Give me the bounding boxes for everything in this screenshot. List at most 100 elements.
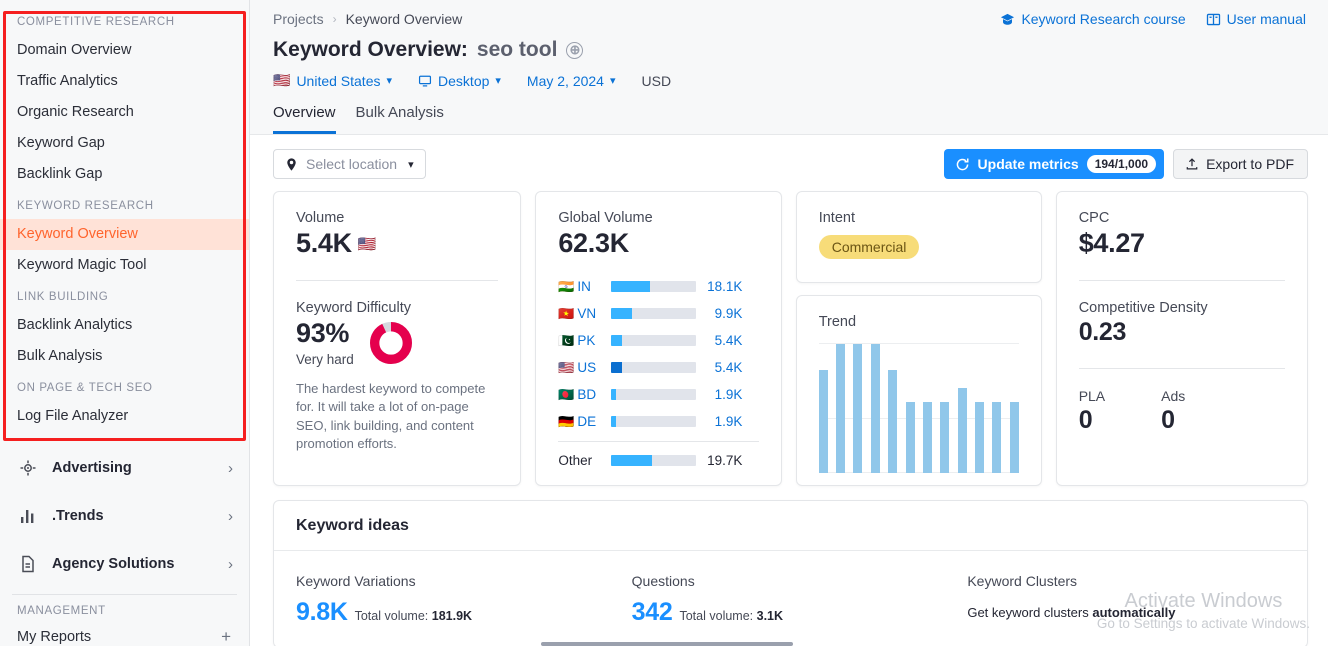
card-intent: Intent Commercial	[795, 191, 1042, 283]
sidebar-item-trends[interactable]: .Trends ›	[0, 492, 249, 540]
volume-value: 19.7K	[707, 453, 743, 468]
ads-value: 0	[1161, 406, 1175, 434]
keyword-clusters-auto-bold: automatically	[1092, 605, 1176, 620]
keyword-research-course-link[interactable]: Keyword Research course	[1000, 11, 1186, 27]
country-code[interactable]: BD	[577, 387, 611, 402]
trend-bar	[922, 402, 932, 473]
card-trend: Trend	[795, 295, 1042, 486]
sidebar-item-my-reports[interactable]: My Reports +	[0, 624, 249, 646]
trend-label: Trend	[818, 314, 857, 330]
update-metrics-label: Update metrics	[977, 156, 1079, 172]
volume-bar-fill	[611, 416, 616, 427]
sidebar-item-label: My Reports	[17, 628, 92, 645]
upload-icon	[1186, 158, 1198, 170]
sidebar-item-keyword-magic-tool[interactable]: Keyword Magic Tool	[0, 250, 249, 281]
volume-bar-fill	[611, 455, 653, 466]
flag-icon: 🇻🇳	[558, 305, 575, 321]
trend-bar	[853, 344, 863, 473]
nav-group-title: KEYWORD RESEARCH	[17, 200, 154, 212]
sidebar-item-agency-solutions[interactable]: Agency Solutions ›	[0, 540, 249, 588]
questions-column[interactable]: Questions 342 Total volume: 3.1K	[614, 573, 950, 627]
trend-bar	[957, 387, 967, 473]
card-cpc: CPC $4.27 Competitive Density 0.23 PLA 0…	[1055, 191, 1308, 486]
card-divider	[1078, 368, 1285, 369]
flag-icon: 🇧🇩	[558, 386, 575, 402]
toolbar-actions: Update metrics 194/1,000 Export to PDF	[943, 149, 1308, 179]
country-code[interactable]: US	[577, 360, 611, 375]
global-volume-divider	[558, 441, 759, 442]
nav-group-title: LINK BUILDING	[17, 291, 109, 303]
export-to-pdf-button[interactable]: Export to PDF	[1173, 149, 1308, 179]
global-volume-row: 🇵🇰 PK 5.4K	[558, 327, 758, 354]
date-label: May 2, 2024	[526, 72, 604, 89]
keyword-variations-figures: 9.8K Total volume: 181.9K	[296, 598, 614, 627]
country-selector[interactable]: 🇺🇸 United States ▾	[273, 72, 392, 89]
volume-value: 18.1K	[707, 279, 743, 294]
app-root: COMPETITIVE RESEARCH Domain Overview Tra…	[0, 0, 1328, 646]
trend-bar	[905, 402, 915, 473]
sidebar-item-keyword-overview[interactable]: Keyword Overview	[0, 219, 249, 250]
pla-ads-row: PLA 0 Ads 0	[1079, 388, 1285, 435]
select-location-label: Select location	[306, 156, 398, 172]
country-label: United States	[296, 72, 381, 89]
page-title-keyword: seo tool	[476, 38, 558, 61]
volume-bar-track	[611, 335, 697, 346]
breadcrumb-projects[interactable]: Projects	[273, 11, 324, 27]
global-volume-row: 🇮🇳 IN 18.1K	[558, 273, 758, 300]
nav-group-competitive-research: COMPETITIVE RESEARCH Domain Overview Tra…	[0, 6, 249, 190]
update-metrics-button[interactable]: Update metrics 194/1,000	[943, 149, 1165, 179]
sidebar-item-domain-overview[interactable]: Domain Overview	[0, 35, 249, 66]
volume-bar-fill	[611, 308, 632, 319]
global-volume-row: 🇺🇸 US 5.4K	[558, 354, 758, 381]
sidebar-item-log-file-analyzer[interactable]: Log File Analyzer	[0, 401, 249, 432]
sidebar-item-backlink-analytics[interactable]: Backlink Analytics	[0, 310, 249, 341]
user-manual-link[interactable]: User manual	[1206, 11, 1306, 27]
country-code[interactable]: VN	[577, 306, 611, 321]
plus-icon[interactable]: +	[221, 628, 231, 645]
keyword-difficulty-value: 93%	[296, 318, 350, 348]
add-keyword-icon[interactable]: ⊕	[566, 41, 584, 59]
volume-bar-fill	[611, 335, 623, 346]
sidebar-item-keyword-gap[interactable]: Keyword Gap	[0, 128, 249, 159]
content-toolbar: Select location ▾ Update metrics 194/1,0…	[273, 149, 1308, 179]
keyword-clusters-column[interactable]: Keyword Clusters Get keyword clusters au…	[949, 573, 1285, 627]
chevron-down-icon: ▾	[495, 75, 501, 87]
keyword-variations-column[interactable]: Keyword Variations 9.8K Total volume: 18…	[296, 573, 614, 627]
flag-icon: 🇮🇳	[558, 278, 575, 294]
global-volume-row: 🇩🇪 DE 1.9K	[558, 408, 758, 435]
sidebar-item-backlink-gap[interactable]: Backlink Gap	[0, 159, 249, 190]
volume-bar-track	[611, 389, 697, 400]
sidebar-item-bulk-analysis[interactable]: Bulk Analysis	[0, 341, 249, 372]
tab-overview[interactable]: Overview	[273, 104, 336, 134]
flag-icon: 🇺🇸	[273, 72, 291, 88]
nav-group-link-building: LINK BUILDING Backlink Analytics Bulk An…	[0, 281, 249, 372]
flag-icon: 🇺🇸	[357, 236, 377, 253]
date-selector[interactable]: May 2, 2024 ▾	[527, 73, 616, 89]
help-link-label: Keyword Research course	[1021, 11, 1186, 27]
country-code[interactable]: DE	[577, 414, 611, 429]
bar-chart-icon	[17, 505, 39, 527]
select-location-dropdown[interactable]: Select location ▾	[273, 149, 426, 179]
sidebar-item-organic-research[interactable]: Organic Research	[0, 97, 249, 128]
chevron-right-icon: ›	[228, 507, 233, 525]
update-metrics-count: 194/1,000	[1086, 155, 1157, 173]
volume-bar-fill	[611, 362, 623, 373]
questions-count: 342	[631, 598, 673, 626]
tab-bulk-analysis[interactable]: Bulk Analysis	[356, 104, 444, 134]
device-selector[interactable]: Desktop ▾	[418, 73, 501, 89]
device-label: Desktop	[438, 72, 490, 89]
keyword-difficulty-label: Keyword Difficulty	[296, 300, 411, 316]
sidebar-item-traffic-analytics[interactable]: Traffic Analytics	[0, 66, 249, 97]
country-code[interactable]: IN	[577, 279, 611, 294]
global-volume-row-other: Other 19.7K	[558, 447, 758, 474]
horizontal-scrollbar[interactable]	[541, 642, 793, 646]
country-code[interactable]: PK	[577, 333, 611, 348]
ads-label: Ads	[1161, 388, 1186, 404]
keyword-variations-sub-value: 181.9K	[431, 609, 473, 623]
page-meta-row: 🇺🇸 United States ▾ Desktop ▾ May 2, 2024…	[273, 72, 1308, 89]
help-link-label: User manual	[1226, 11, 1306, 27]
target-icon	[17, 457, 39, 479]
sidebar-item-advertising[interactable]: Advertising ›	[0, 444, 249, 492]
flag-icon: 🇩🇪	[558, 413, 575, 429]
keyword-difficulty-row: 93% Very hard	[296, 318, 498, 367]
